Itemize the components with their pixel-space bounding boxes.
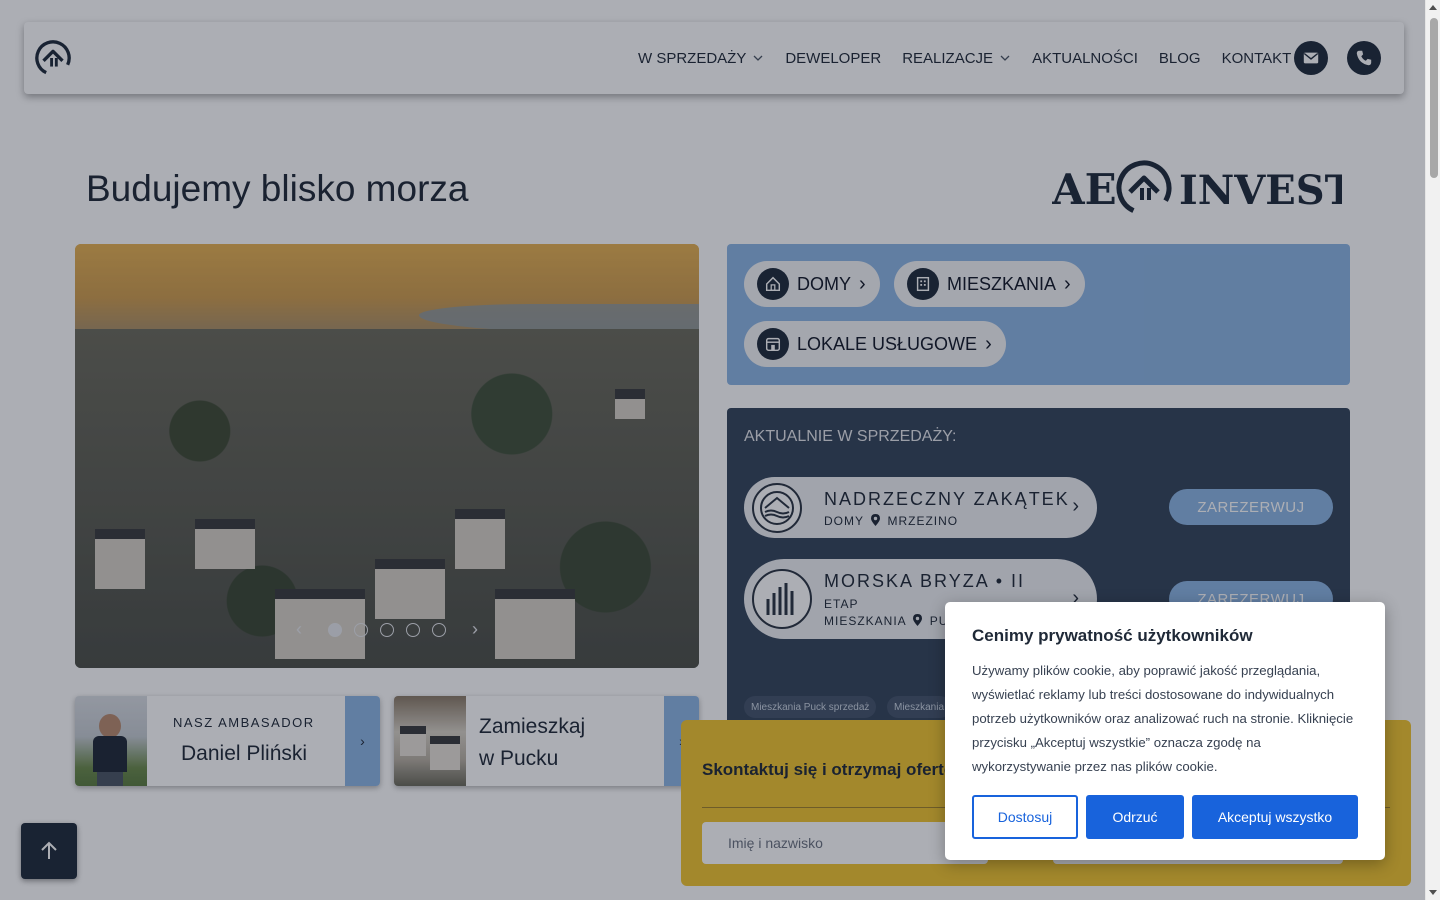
scroll-up-arrow-icon[interactable]: [1429, 5, 1437, 10]
scroll-down-arrow-icon[interactable]: [1429, 890, 1437, 895]
scrollbar-thumb[interactable]: [1430, 18, 1438, 178]
accept-all-button[interactable]: Akceptuj wszystko: [1192, 795, 1358, 839]
reject-button[interactable]: Odrzuć: [1086, 795, 1184, 839]
page-scrollbar[interactable]: [1425, 0, 1440, 900]
customize-button[interactable]: Dostosuj: [972, 795, 1078, 839]
cookie-title: Cenimy prywatność użytkowników: [972, 626, 1253, 645]
cookie-consent-dialog: Cenimy prywatność użytkowników Używamy p…: [945, 602, 1385, 860]
cookie-text: Używamy plików cookie, aby poprawić jako…: [972, 663, 1354, 774]
